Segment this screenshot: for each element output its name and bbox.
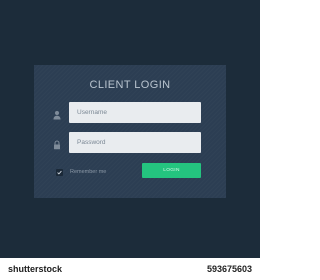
remember-me[interactable]: Remember me [56, 167, 106, 177]
page-background: CLIENT LOGIN Username Password Remember … [0, 0, 260, 258]
password-placeholder: Password [77, 139, 106, 146]
watermark-bar: shutterstock 593675603 [0, 258, 260, 280]
remember-checkbox[interactable] [56, 168, 63, 176]
username-input[interactable]: Username [69, 102, 201, 123]
check-icon [57, 170, 62, 175]
remember-label: Remember me [70, 169, 107, 175]
login-button[interactable]: LOGIN [142, 163, 201, 178]
password-input[interactable]: Password [69, 132, 201, 153]
login-card: CLIENT LOGIN Username Password Remember … [34, 65, 226, 198]
username-placeholder: Username [77, 109, 107, 116]
watermark-logo: shutterstock [8, 264, 63, 274]
username-row: Username [34, 102, 226, 123]
lock-icon [52, 137, 62, 150]
user-icon [52, 107, 62, 120]
password-row: Password [34, 132, 226, 153]
watermark-image-id: 593675603 [206, 264, 252, 274]
login-title: CLIENT LOGIN [89, 79, 171, 91]
